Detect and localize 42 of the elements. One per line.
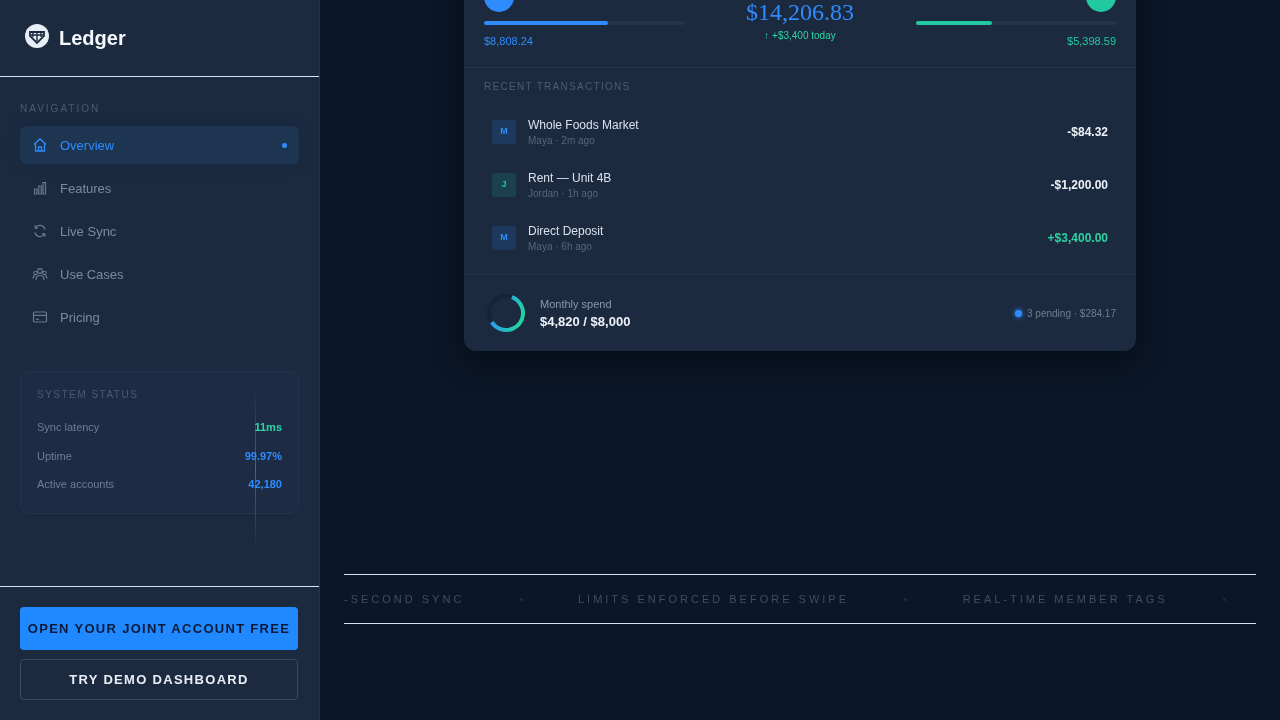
member-amount: $8,808.24 <box>484 35 534 47</box>
signup-button[interactable]: OPEN YOUR JOINT ACCOUNT FREE <box>20 607 298 650</box>
card-icon <box>32 309 48 325</box>
sync-icon <box>32 223 48 239</box>
ticker-text: -SECOND SYNC <box>344 593 465 605</box>
stat-value: 11ms <box>254 421 282 434</box>
transaction-title: Whole Foods Market <box>528 117 640 132</box>
nav-item[interactable]: Live Sync <box>20 212 299 250</box>
nav-item[interactable]: Features <box>20 169 299 207</box>
transaction-title: Rent — Unit 4B <box>528 170 613 185</box>
balance-change: ↑ +$3,400 today <box>763 30 837 41</box>
nav-item[interactable]: Overview <box>20 126 299 164</box>
transaction-title: Direct Deposit <box>528 223 605 238</box>
status-dot <box>1015 309 1023 317</box>
total-balance: $14,206.83 <box>745 0 855 26</box>
nav-item[interactable]: Pricing <box>20 298 299 336</box>
ticker-text: LIMITS ENFORCED BEFORE SWIPE <box>577 593 849 605</box>
people-icon <box>32 266 48 282</box>
demo-button[interactable]: TRY DEMO DASHBOARD <box>20 659 298 700</box>
transaction-amount: -$1,200.00 <box>1050 177 1108 192</box>
transaction-amount: +$3,400.00 <box>1047 230 1108 245</box>
logo-icon <box>24 23 50 49</box>
member-initial: J <box>501 180 507 189</box>
member-initial: M <box>500 233 508 242</box>
spend-label: Monthly spend <box>540 297 613 310</box>
spend-value: $4,820 / $8,000 <box>540 313 631 329</box>
stat-label: Active accounts <box>37 478 115 491</box>
ticker-text: REAL-TIME MEMBER TAGS <box>962 593 1168 605</box>
stat-value: 42,180 <box>248 478 282 491</box>
home-icon <box>32 137 48 153</box>
stat-label: Sync latency <box>37 421 100 434</box>
transaction-amount: -$84.32 <box>1067 124 1108 139</box>
stat-label: Uptime <box>37 449 72 462</box>
pending-text: 3 pending · $284.17 <box>1027 307 1116 319</box>
stat-value: 99.97% <box>244 449 282 462</box>
bar-chart-icon <box>32 180 48 196</box>
spend-ring <box>484 291 528 335</box>
member-initial: M <box>500 127 508 136</box>
active-dot <box>282 142 287 148</box>
brand-name: Ledger <box>59 26 126 50</box>
member-amount: $5,398.59 <box>1066 35 1116 47</box>
nav-item[interactable]: Use Cases <box>20 255 299 293</box>
